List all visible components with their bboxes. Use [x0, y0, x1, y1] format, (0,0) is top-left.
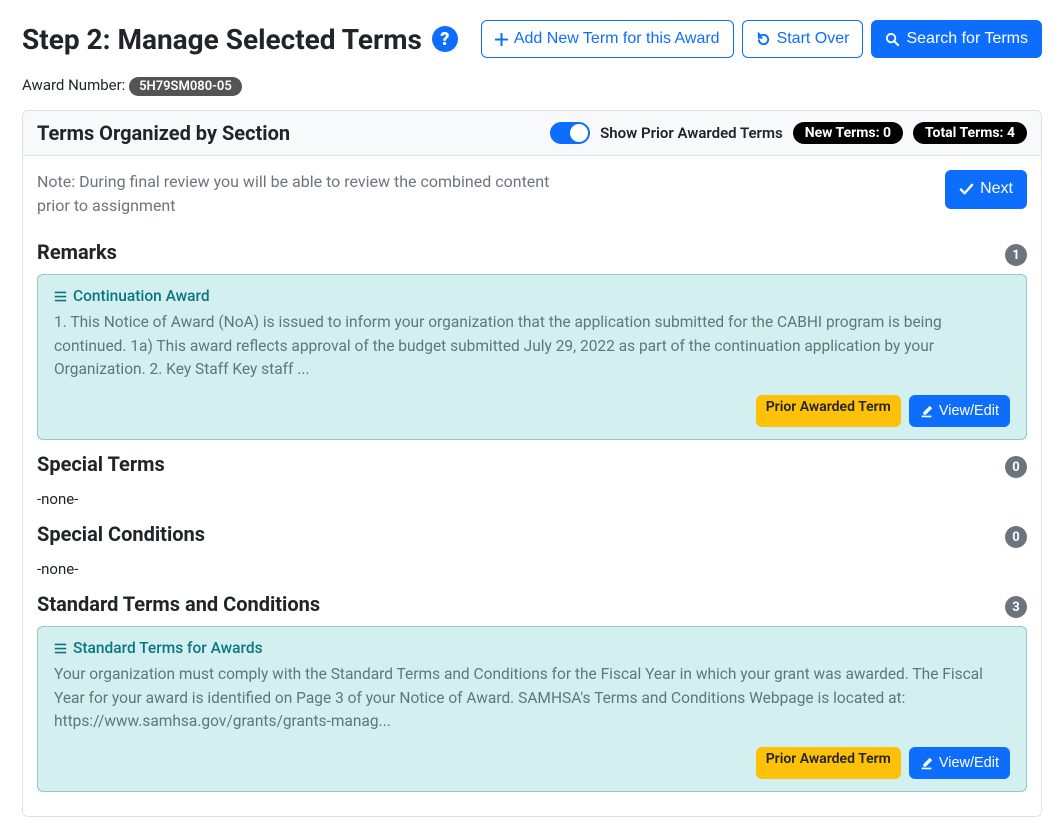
edit-icon — [920, 757, 933, 770]
prior-awarded-badge: Prior Awarded Term — [756, 395, 901, 427]
remarks-card: Continuation Award 1. This Notice of Awa… — [37, 274, 1027, 440]
next-button[interactable]: Next — [945, 170, 1027, 208]
review-note: Note: During final review you will be ab… — [37, 170, 557, 218]
section-remarks-count: 1 — [1005, 244, 1027, 266]
search-icon — [885, 32, 900, 47]
award-number-line: Award Number: 5H79SM080-05 — [22, 76, 1042, 94]
total-terms-badge: Total Terms: 4 — [913, 122, 1027, 144]
award-number-badge: 5H79SM080-05 — [129, 77, 242, 96]
search-terms-label: Search for Terms — [906, 28, 1028, 50]
standard-card: Standard Terms for Awards Your organizat… — [37, 626, 1027, 792]
award-number-label: Award Number: — [22, 76, 125, 94]
remarks-card-body: 1. This Notice of Award (NoA) is issued … — [54, 311, 1010, 381]
add-term-label: Add New Term for this Award — [514, 28, 720, 50]
start-over-button[interactable]: Start Over — [742, 20, 864, 58]
check-icon — [959, 182, 974, 197]
help-icon[interactable]: ? — [432, 26, 458, 52]
page-title: Step 2: Manage Selected Terms ? — [22, 23, 458, 56]
special-terms-none: -none- — [37, 490, 1027, 508]
panel-title: Terms Organized by Section — [37, 121, 290, 145]
section-standard-title: Standard Terms and Conditions — [37, 592, 320, 616]
start-over-label: Start Over — [777, 28, 850, 50]
show-prior-toggle[interactable] — [550, 122, 590, 144]
prior-awarded-badge: Prior Awarded Term — [756, 747, 901, 779]
plus-icon — [495, 33, 508, 46]
drag-handle-icon[interactable] — [54, 290, 67, 303]
view-edit-label: View/Edit — [939, 753, 999, 773]
remarks-card-title: Continuation Award — [73, 287, 210, 305]
show-prior-label: Show Prior Awarded Terms — [600, 124, 783, 142]
edit-icon — [920, 405, 933, 418]
section-special-conditions-count: 0 — [1005, 526, 1027, 548]
section-special-terms-title: Special Terms — [37, 452, 165, 476]
undo-icon — [756, 32, 771, 47]
section-special-conditions-title: Special Conditions — [37, 522, 205, 546]
page-title-text: Step 2: Manage Selected Terms — [22, 23, 422, 56]
section-standard-count: 3 — [1005, 596, 1027, 618]
drag-handle-icon[interactable] — [54, 642, 67, 655]
section-special-terms-count: 0 — [1005, 456, 1027, 478]
standard-card-body: Your organization must comply with the S… — [54, 663, 1010, 733]
next-label: Next — [980, 178, 1013, 200]
search-terms-button[interactable]: Search for Terms — [871, 20, 1042, 58]
view-edit-button[interactable]: View/Edit — [909, 747, 1010, 779]
add-term-button[interactable]: Add New Term for this Award — [481, 20, 734, 58]
special-conditions-none: -none- — [37, 560, 1027, 578]
new-terms-badge: New Terms: 0 — [793, 122, 903, 144]
section-remarks-title: Remarks — [37, 240, 117, 264]
standard-card-title: Standard Terms for Awards — [73, 639, 263, 657]
view-edit-button[interactable]: View/Edit — [909, 395, 1010, 427]
view-edit-label: View/Edit — [939, 401, 999, 421]
